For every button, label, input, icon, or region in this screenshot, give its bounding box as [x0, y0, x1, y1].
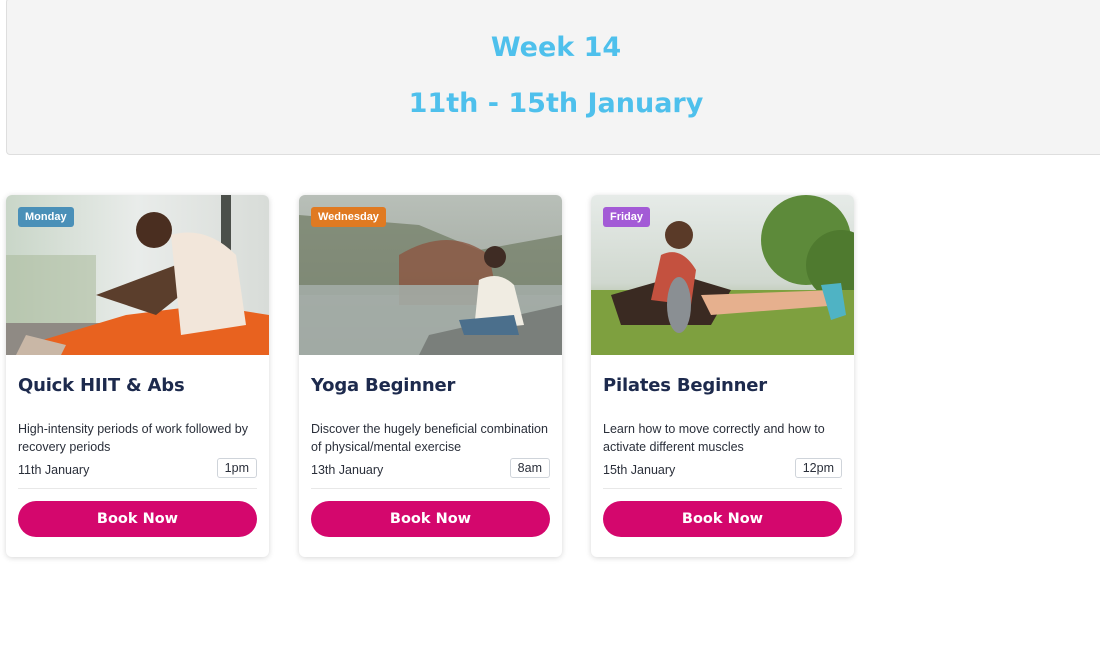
- book-now-button[interactable]: Book Now: [603, 501, 842, 537]
- class-card-monday: Monday Quick HIIT & Abs High-intensity p…: [6, 195, 269, 557]
- class-image: Wednesday: [299, 195, 562, 355]
- class-description: High-intensity periods of work followed …: [18, 422, 248, 454]
- class-image: Monday: [6, 195, 269, 355]
- class-card-friday: Friday Pilates Beginner Learn how to mov…: [591, 195, 854, 557]
- class-time: 12pm: [794, 458, 842, 478]
- class-date: 15th January: [603, 463, 676, 477]
- class-time: 8am: [509, 458, 550, 478]
- day-badge: Friday: [603, 207, 651, 227]
- week-date-range: 11th - 15th January: [408, 88, 704, 119]
- week-header: Week 14 11th - 15th January: [6, 0, 1100, 155]
- class-image: Friday: [591, 195, 854, 355]
- class-description: Discover the hugely beneficial combinati…: [311, 422, 548, 454]
- class-time: 1pm: [216, 458, 257, 478]
- week-title: Week 14: [490, 32, 622, 63]
- class-date: 13th January: [311, 463, 384, 477]
- class-meta: 15th January 12pm: [603, 458, 842, 489]
- class-title: Pilates Beginner: [603, 375, 767, 396]
- class-title: Quick HIIT & Abs: [18, 375, 185, 396]
- class-card-wednesday: Wednesday Yoga Beginner Discover the hug…: [299, 195, 562, 557]
- class-meta: 11th January 1pm: [18, 458, 257, 489]
- class-meta: 13th January 8am: [311, 458, 550, 489]
- class-date: 11th January: [18, 463, 90, 477]
- day-badge: Monday: [18, 207, 74, 227]
- book-now-button[interactable]: Book Now: [18, 501, 257, 537]
- day-badge: Wednesday: [311, 207, 386, 227]
- class-description: Learn how to move correctly and how to a…: [603, 422, 825, 454]
- book-now-button[interactable]: Book Now: [311, 501, 550, 537]
- class-title: Yoga Beginner: [311, 375, 456, 396]
